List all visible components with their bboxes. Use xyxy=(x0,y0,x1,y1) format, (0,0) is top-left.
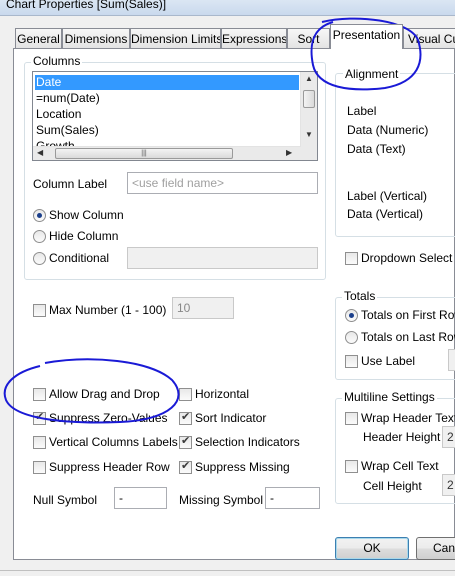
annotation-overlay xyxy=(3,17,422,424)
tab-presentation[interactable]: Presentation xyxy=(330,24,403,49)
annotation-circle-drag-drop xyxy=(3,358,180,424)
